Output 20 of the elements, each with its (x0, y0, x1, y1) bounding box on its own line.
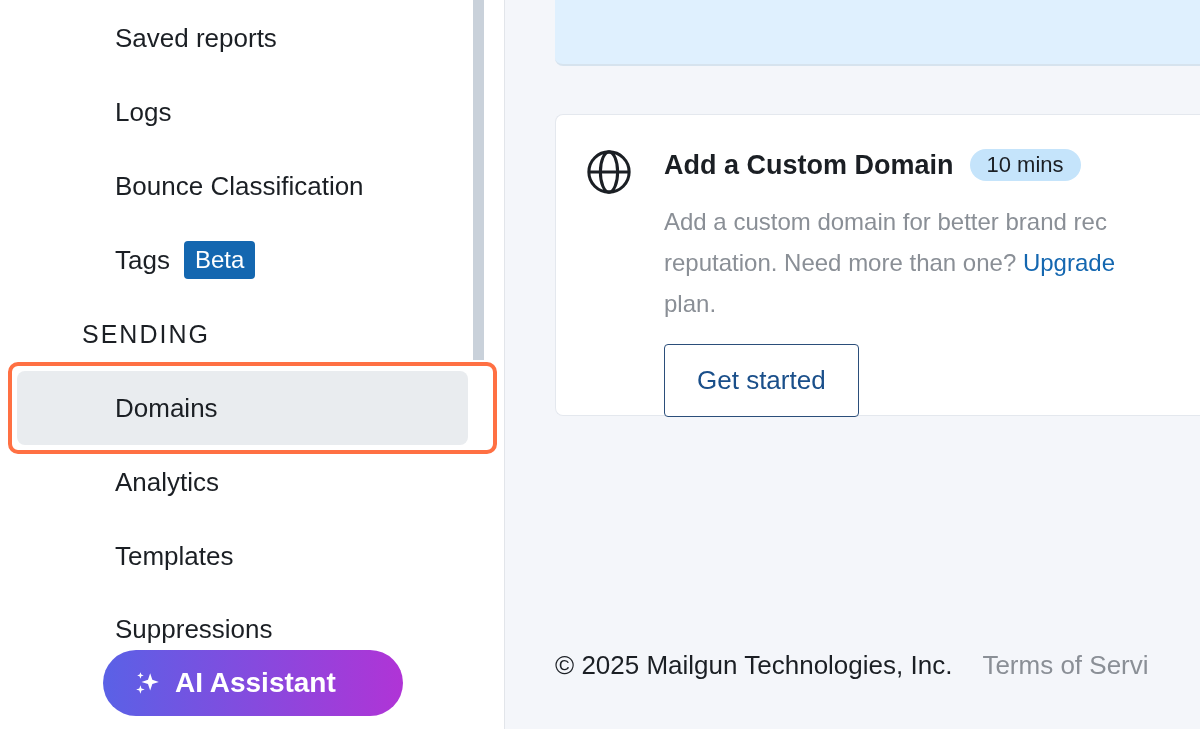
card-title: Add a Custom Domain (664, 149, 954, 181)
sidebar-item[interactable]: Saved reports (17, 1, 468, 75)
sidebar-item[interactable]: Logs (17, 75, 468, 149)
sidebar-item[interactable]: Suppressions (17, 609, 468, 649)
duration-badge: 10 mins (969, 149, 1081, 181)
scrollbar[interactable] (473, 0, 484, 360)
sidebar-item[interactable]: Templates (17, 519, 468, 593)
sidebar-item[interactable]: Analytics (17, 445, 468, 519)
upgrade-link[interactable]: Upgrade (1022, 249, 1115, 276)
ai-assistant-button[interactable]: AI Assistant (103, 650, 403, 716)
copyright-text: © 2025 Mailgun Technologies, Inc. (555, 650, 953, 681)
get-started-button[interactable]: Get started (664, 344, 859, 417)
globe-icon (586, 149, 632, 195)
section-heading: SENDING (81, 318, 211, 350)
sparkle-icon (135, 670, 161, 696)
beta-badge: Beta (183, 241, 256, 279)
sidebar-item[interactable]: Bounce Classification (17, 149, 468, 223)
sidebar-item[interactable]: Domains (17, 371, 468, 445)
sidebar-item[interactable]: Tags Beta (17, 223, 468, 297)
card-description: Add a custom domain for better brand rec reputation. Need more than one? Upgrade plan. (664, 207, 1115, 319)
